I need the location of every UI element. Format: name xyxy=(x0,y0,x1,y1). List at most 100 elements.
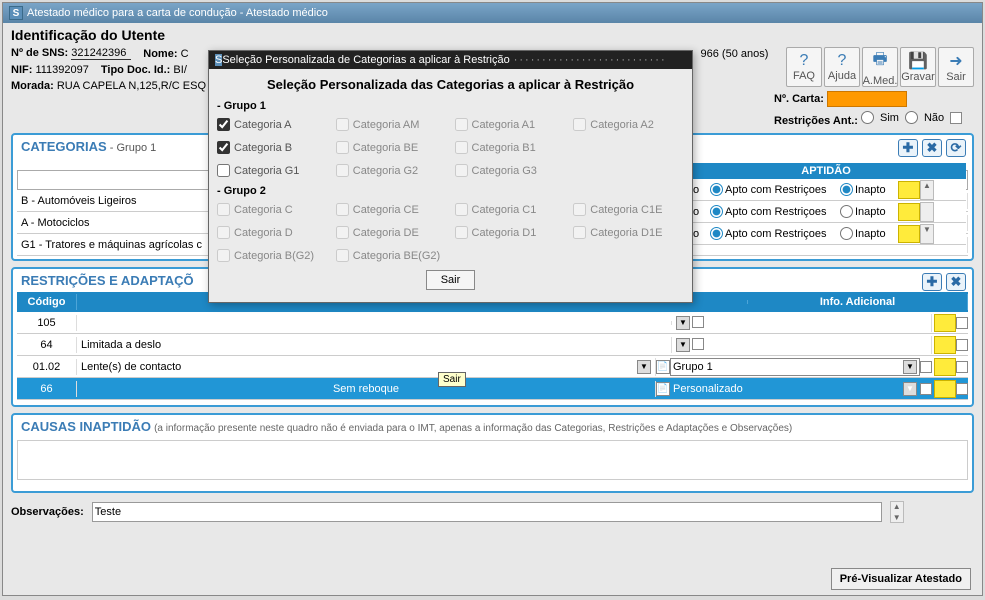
inapto-radio-2[interactable] xyxy=(840,205,853,218)
cat-refresh-button[interactable]: ⟳ xyxy=(946,139,966,157)
grupo-dd-2[interactable]: Personalizado▼ xyxy=(670,380,920,398)
apto-com-radio-2[interactable] xyxy=(710,205,723,218)
restricoes-title: RESTRIÇÕES E ADAPTAÇÕ xyxy=(21,273,194,288)
cb-cat-ce[interactable]: Categoria CE xyxy=(336,203,447,216)
cb-cat-c[interactable]: Categoria C xyxy=(217,203,328,216)
cat-add-button[interactable]: ✚ xyxy=(898,139,918,157)
age-fragment: 966 (50 anos) xyxy=(701,48,769,60)
sns-label: Nº de SNS: xyxy=(11,47,68,59)
restr-remove-button[interactable]: ✖ xyxy=(946,273,966,291)
cb-cat-a[interactable]: Categoria A xyxy=(217,118,328,131)
apt-extra-3[interactable] xyxy=(898,225,920,243)
morada-value: RUA CAPELA N,125,R/C ESQ xyxy=(57,80,206,92)
scroll-down-1[interactable]: ▼ xyxy=(923,225,931,234)
cat-remove-button[interactable]: ✖ xyxy=(922,139,942,157)
window-titlebar: S Atestado médico para a carta de conduç… xyxy=(3,3,982,23)
info-header: Info. Adicional xyxy=(748,292,968,312)
window-title: Atestado médico para a carta de condução… xyxy=(27,7,328,19)
cb-cat-b1[interactable]: Categoria B1 xyxy=(455,141,566,154)
obs-scroll-down[interactable]: ▼ xyxy=(893,513,901,522)
doc-icon-1[interactable]: 📄 xyxy=(656,360,670,374)
cb-cat-g1[interactable]: Categoria G1 xyxy=(217,164,328,177)
codigo-header: Código xyxy=(17,292,77,312)
save-icon: 💾 xyxy=(908,51,928,71)
ajuda-button[interactable]: ?Ajuda xyxy=(824,47,860,87)
sair-button[interactable]: ➜Sair xyxy=(938,47,974,87)
group1-label: - Grupo 1 xyxy=(217,100,684,112)
modal-titlebar[interactable]: S Seleção Personalizada de Categorias a … xyxy=(209,51,692,69)
obs-scroll-up[interactable]: ▲ xyxy=(893,502,901,511)
cb-cat-d[interactable]: Categoria D xyxy=(217,226,328,239)
cb-cat-bg2[interactable]: Categoria B(G2) xyxy=(217,249,328,262)
print-icon: 🖶 xyxy=(872,48,887,75)
modal-app-icon: S xyxy=(215,54,222,66)
gravar-button[interactable]: 💾Gravar xyxy=(900,47,936,87)
restr-cod-0102[interactable]: 01.02 xyxy=(17,359,77,375)
obs-input[interactable] xyxy=(92,502,882,522)
cb-cat-beg2[interactable]: Categoria BE(G2) xyxy=(336,249,447,262)
obs-label: Observações: xyxy=(11,506,84,518)
dd-1[interactable]: ▼ xyxy=(676,316,690,330)
amed-button[interactable]: 🖶A.Med. xyxy=(862,47,898,87)
morada-label: Morada: xyxy=(11,80,54,92)
nif-value: 111392097 xyxy=(35,64,88,76)
grupo-dd-1[interactable]: Grupo 1▼ xyxy=(670,358,920,376)
cb-cat-a2[interactable]: Categoria A2 xyxy=(573,118,684,131)
causas-note: (a informação presente neste quadro não … xyxy=(154,423,792,434)
restr-cod-105[interactable]: 105 xyxy=(17,315,77,331)
cb-cat-be[interactable]: Categoria BE xyxy=(336,141,447,154)
scroll-up-1[interactable]: ▲ xyxy=(923,181,931,190)
faq-icon: ? xyxy=(800,52,809,70)
app-icon: S xyxy=(9,6,23,20)
dd-2[interactable]: ▼ xyxy=(676,338,690,352)
aptidao-header: APTIDÃO xyxy=(686,163,966,179)
group2-label: - Grupo 2 xyxy=(217,185,684,197)
restr-ant-sim-radio[interactable] xyxy=(861,111,874,124)
cb-cat-de[interactable]: Categoria DE xyxy=(336,226,447,239)
cb-cat-am[interactable]: Categoria AM xyxy=(336,118,447,131)
cb-cat-g2[interactable]: Categoria G2 xyxy=(336,164,447,177)
modal-sair-button[interactable]: Sair xyxy=(426,270,476,290)
inapto-radio-1[interactable] xyxy=(840,183,853,196)
restr-cod-64[interactable]: 64 xyxy=(17,337,77,353)
inapto-radio-3[interactable] xyxy=(840,227,853,240)
restr-ant-label: Restrições Ant.: xyxy=(774,115,858,127)
causas-title: CAUSAS INAPTIDÃO xyxy=(21,419,151,434)
sns-value: 321242396 xyxy=(71,47,131,60)
apto-com-radio-1[interactable] xyxy=(710,183,723,196)
cb-cat-b[interactable]: Categoria B xyxy=(217,141,328,154)
restr-add-button[interactable]: ✚ xyxy=(922,273,942,291)
modal-heading: Seleção Personalizada das Categorias a a… xyxy=(217,77,684,92)
faq-button[interactable]: ?FAQ xyxy=(786,47,822,87)
categorias-title: CATEGORIAS xyxy=(21,139,107,154)
modal-title-text: Seleção Personalizada de Categorias a ap… xyxy=(222,54,509,66)
ident-title: Identificação do Utente xyxy=(11,27,165,43)
restr-cod-66[interactable]: 66 xyxy=(17,381,77,397)
sair-tooltip: Sair xyxy=(438,372,466,387)
tipodoc-value: BI/ xyxy=(173,64,186,76)
nome-value: C xyxy=(181,48,189,60)
nome-label: Nome: xyxy=(143,48,177,60)
nif-label: NIF: xyxy=(11,64,32,76)
categorias-modal: S Seleção Personalizada de Categorias a … xyxy=(208,50,693,303)
apto-com-radio-3[interactable] xyxy=(710,227,723,240)
tipodoc-label: Tipo Doc. Id.: xyxy=(101,64,170,76)
categorias-sub: - Grupo 1 xyxy=(110,142,156,154)
restr-ant-nao-radio[interactable] xyxy=(905,111,918,124)
restr-ant-extra[interactable] xyxy=(950,112,962,124)
apt-extra-2[interactable] xyxy=(898,203,920,221)
apt-extra-1[interactable] xyxy=(898,181,920,199)
causas-area[interactable] xyxy=(17,440,968,480)
cb-cat-g3[interactable]: Categoria G3 xyxy=(455,164,566,177)
pre-visualizar-button[interactable]: Pré-Visualizar Atestado xyxy=(831,568,971,590)
cb-cat-c1[interactable]: Categoria C1 xyxy=(455,203,566,216)
cb-cat-a1[interactable]: Categoria A1 xyxy=(455,118,566,131)
cb-cat-d1e[interactable]: Categoria D1E xyxy=(573,226,684,239)
carta-label: Nº. Carta: xyxy=(774,93,824,105)
cb-cat-d1[interactable]: Categoria D1 xyxy=(455,226,566,239)
doc-icon-2[interactable]: 📄 xyxy=(656,382,670,396)
carta-input[interactable] xyxy=(827,91,907,107)
exit-icon: ➜ xyxy=(949,51,962,71)
help-icon: ? xyxy=(838,52,847,70)
cb-cat-c1e[interactable]: Categoria C1E xyxy=(573,203,684,216)
